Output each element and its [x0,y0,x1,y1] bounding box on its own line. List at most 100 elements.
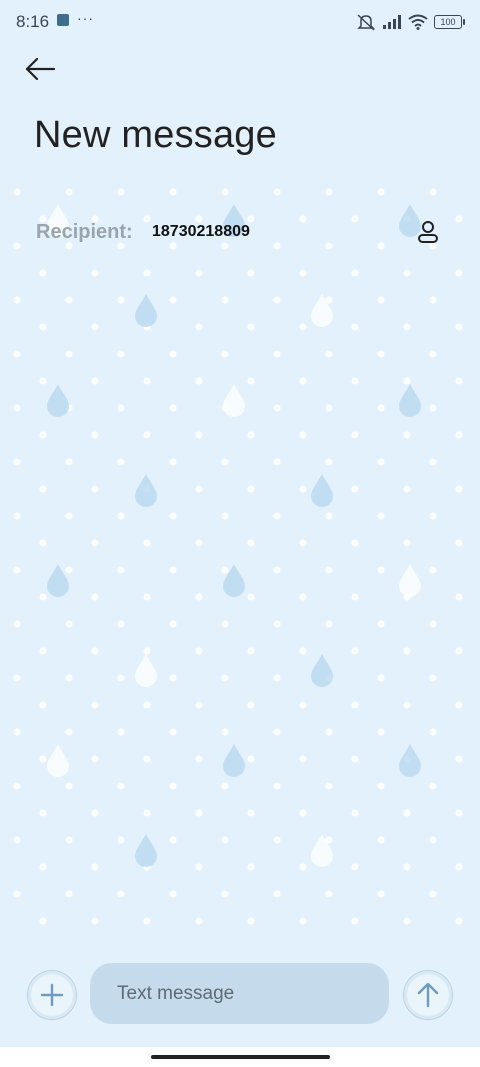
message-input-container [90,963,389,1024]
pattern-dot [325,188,333,196]
pattern-dot [377,404,385,412]
pattern-dot [429,836,437,844]
pattern-dot [273,836,281,844]
pattern-dot [117,620,125,628]
pattern-dot [195,593,203,601]
pattern-dot [39,647,47,655]
message-input[interactable] [90,963,389,1024]
pattern-dot [325,890,333,898]
pattern-dot [351,917,359,925]
pattern-dot [455,809,463,817]
pattern-dot [325,566,333,574]
pattern-dot [403,485,411,493]
pattern-dot [39,917,47,925]
pattern-dot [143,377,151,385]
battery-icon: 100 [434,15,465,29]
pattern-dot [429,296,437,304]
pattern-dot [65,512,73,520]
pattern-dot [143,593,151,601]
back-button[interactable] [20,50,60,90]
pattern-dot [221,296,229,304]
pattern-dot [13,566,21,574]
pattern-dot [91,917,99,925]
pattern-dot [117,566,125,574]
pattern-dot [403,539,411,547]
attach-button[interactable] [27,970,77,1020]
pattern-dot [65,296,73,304]
person-icon [418,221,438,243]
pattern-dot [143,809,151,817]
status-time: 8:16 [16,12,50,31]
pattern-dot [169,350,177,358]
pattern-dot [351,377,359,385]
pattern-dot [13,836,21,844]
pattern-dot [91,647,99,655]
pattern-dot [273,458,281,466]
home-indicator[interactable] [151,1055,330,1059]
pattern-dot [403,647,411,655]
pattern-dot [39,863,47,871]
pattern-dot [221,458,229,466]
pattern-dot [13,728,21,736]
pattern-dot [273,188,281,196]
pattern-dot [325,512,333,520]
pattern-dot [13,620,21,628]
pattern-dot [65,782,73,790]
pattern-dot [13,890,21,898]
mute-icon [357,14,375,31]
pattern-dot [455,917,463,925]
pattern-dot [377,620,385,628]
pattern-dot [65,188,73,196]
plus-icon [40,983,64,1007]
pattern-dot [377,512,385,520]
pattern-dot [247,809,255,817]
status-bar: 8:16 ··· 100 [0,0,480,44]
pattern-dot [91,377,99,385]
pattern-dot [403,323,411,331]
pattern-dot [169,782,177,790]
pattern-dot [273,890,281,898]
pattern-dot [195,431,203,439]
pattern-dot [91,593,99,601]
pattern-dot [13,782,21,790]
pattern-dot [429,890,437,898]
pattern-dot [117,728,125,736]
pattern-dot [299,917,307,925]
pattern-dot [117,836,125,844]
pattern-dot [117,296,125,304]
pattern-dot [39,755,47,763]
pattern-dot [455,269,463,277]
pattern-dot [403,809,411,817]
raindrop-icon [135,294,157,327]
send-button[interactable] [403,970,453,1020]
pattern-dot [91,809,99,817]
pattern-dot [39,701,47,709]
pattern-dot [195,917,203,925]
recipient-number[interactable]: 18730218809 [152,223,250,241]
pattern-dot [39,323,47,331]
pattern-dot [13,404,21,412]
pattern-dot [221,782,229,790]
pattern-dot [299,431,307,439]
pattern-dot [403,269,411,277]
contact-picker-button[interactable] [412,216,444,248]
pattern-dot [195,809,203,817]
pattern-dot [65,350,73,358]
raindrop-icon [223,384,245,417]
pattern-dot [351,269,359,277]
pattern-dot [299,863,307,871]
pattern-dot [117,674,125,682]
pattern-dot [299,809,307,817]
raindrop-icon [135,654,157,687]
pattern-dot [39,539,47,547]
pattern-dot [169,674,177,682]
pattern-dot [299,647,307,655]
pattern-dot [429,350,437,358]
pattern-dot [195,269,203,277]
pattern-dot [377,782,385,790]
pattern-dot [117,782,125,790]
pattern-dot [143,269,151,277]
pattern-dot [247,539,255,547]
pattern-dot [377,566,385,574]
pattern-dot [247,323,255,331]
